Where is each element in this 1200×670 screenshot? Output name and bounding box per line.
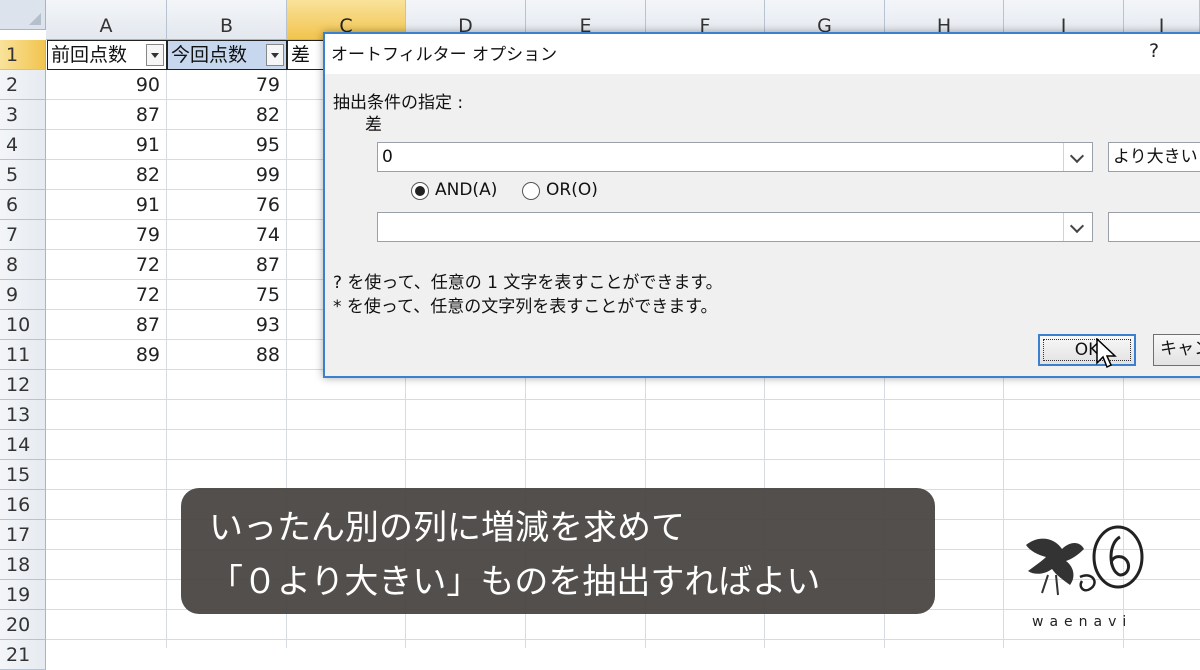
cell-a[interactable]: 79 <box>47 220 166 250</box>
header-cell-c-label: 差 <box>291 44 311 66</box>
grid-line <box>46 399 1200 400</box>
caption-line-1: いったん別の列に増減を求めて <box>209 508 685 548</box>
cell-b[interactable]: 93 <box>167 310 286 340</box>
autofilter-options-dialog: オートフィルター オプション ? 抽出条件の指定 : 差 0 より大きい AND… <box>323 32 1200 378</box>
row-header-13[interactable]: 13 <box>0 400 46 430</box>
and-radio[interactable] <box>411 182 429 200</box>
header-cell-a-label: 前回点数 <box>51 44 128 66</box>
row-header-17[interactable]: 17 <box>0 520 46 550</box>
filter-dropdown-icon[interactable] <box>266 44 284 66</box>
grid-line <box>46 429 1200 430</box>
row-header-8[interactable]: 8 <box>0 250 46 280</box>
cell-b[interactable]: 76 <box>167 190 286 220</box>
filter-dropdown-icon[interactable] <box>146 44 164 66</box>
cell-b[interactable]: 82 <box>167 100 286 130</box>
cell-b[interactable]: 74 <box>167 220 286 250</box>
or-radio[interactable] <box>522 182 540 200</box>
cell-a[interactable]: 82 <box>47 160 166 190</box>
header-cell-b[interactable]: 今回点数 <box>167 40 287 70</box>
caption-line-2: 「０より大きい」ものを抽出すればよい <box>209 562 821 602</box>
and-radio-label[interactable]: AND(A) <box>435 180 497 200</box>
or-radio-label[interactable]: OR(O) <box>546 180 598 200</box>
cell-a[interactable]: 72 <box>47 250 166 280</box>
logo-text: waenavi <box>1032 614 1133 630</box>
row-header-9[interactable]: 9 <box>0 280 46 310</box>
row-header-4[interactable]: 4 <box>0 130 46 160</box>
hint-single-char: ? を使って、任意の 1 文字を表すことができます。 <box>333 273 723 293</box>
cell-b[interactable]: 95 <box>167 130 286 160</box>
operator1-text: より大きい <box>1113 147 1198 167</box>
row-header-2[interactable]: 2 <box>0 70 46 100</box>
row-header-10[interactable]: 10 <box>0 310 46 340</box>
cell-a[interactable]: 87 <box>47 100 166 130</box>
header-cell-a[interactable]: 前回点数 <box>47 40 167 70</box>
cancel-button-label: キャン <box>1160 339 1200 359</box>
row-header-16[interactable]: 16 <box>0 490 46 520</box>
cell-a[interactable]: 89 <box>47 340 166 370</box>
operator1-combobox[interactable]: より大きい <box>1108 142 1200 172</box>
cancel-button[interactable]: キャン <box>1153 334 1200 366</box>
cell-b[interactable]: 88 <box>167 340 286 370</box>
header-cell-b-label: 今回点数 <box>171 44 248 66</box>
hint-any-string: * を使って、任意の文字列を表すことができます。 <box>333 297 718 317</box>
cell-b[interactable]: 87 <box>167 250 286 280</box>
row-header-19[interactable]: 19 <box>0 580 46 610</box>
row-header-15[interactable]: 15 <box>0 460 46 490</box>
ok-button[interactable]: OK <box>1038 334 1136 366</box>
row-header-18[interactable]: 18 <box>0 550 46 580</box>
operator2-combobox[interactable] <box>1108 212 1200 242</box>
field-name-label: 差 <box>365 115 382 135</box>
cell-a[interactable]: 91 <box>47 190 166 220</box>
subtitle-caption: いったん別の列に増減を求めて 「０より大きい」ものを抽出すればよい <box>181 488 935 614</box>
value2-combobox[interactable] <box>377 212 1093 242</box>
cell-b[interactable]: 99 <box>167 160 286 190</box>
select-all-triangle-icon <box>29 13 41 25</box>
mouse-pointer-icon <box>1096 338 1117 369</box>
row-header-20[interactable]: 20 <box>0 610 46 640</box>
criteria-label: 抽出条件の指定 : <box>333 93 464 113</box>
column-header-b[interactable]: B <box>167 0 287 40</box>
value1-text: 0 <box>382 147 393 167</box>
row-header-11[interactable]: 11 <box>0 340 46 370</box>
dialog-title: オートフィルター オプション <box>331 45 558 65</box>
row-header-6[interactable]: 6 <box>0 190 46 220</box>
select-all-corner[interactable] <box>0 0 46 30</box>
chevron-down-icon[interactable] <box>1063 213 1092 241</box>
row-header-1[interactable]: 1 <box>0 40 46 70</box>
row-header-21[interactable]: 21 <box>0 640 46 670</box>
grid-line <box>46 459 1200 460</box>
row-header-12[interactable]: 12 <box>0 370 46 400</box>
row-header-5[interactable]: 5 <box>0 160 46 190</box>
cell-a[interactable]: 90 <box>47 70 166 100</box>
cell-b[interactable]: 79 <box>167 70 286 100</box>
row-header-3[interactable]: 3 <box>0 100 46 130</box>
cell-a[interactable]: 87 <box>47 310 166 340</box>
row-header-7[interactable]: 7 <box>0 220 46 250</box>
help-button[interactable]: ? <box>1149 40 1159 62</box>
column-header-a[interactable]: A <box>46 0 167 40</box>
cell-b[interactable]: 75 <box>167 280 286 310</box>
cell-a[interactable]: 72 <box>47 280 166 310</box>
row-header-14[interactable]: 14 <box>0 430 46 460</box>
value1-combobox[interactable]: 0 <box>377 142 1093 172</box>
chevron-down-icon[interactable] <box>1063 143 1092 171</box>
cell-a[interactable]: 91 <box>47 130 166 160</box>
grid-line <box>46 639 1200 640</box>
